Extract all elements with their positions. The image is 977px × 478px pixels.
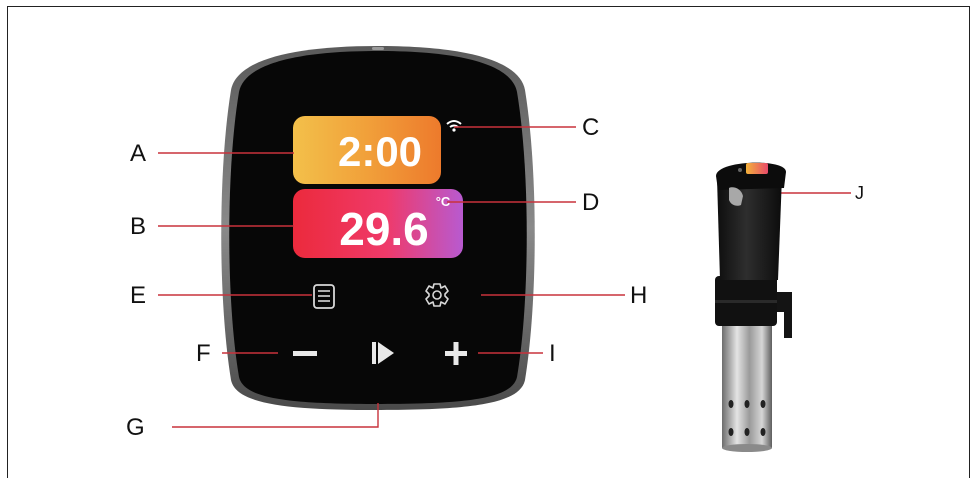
label-e: E bbox=[130, 282, 146, 309]
label-h: H bbox=[630, 282, 647, 309]
panel-indicator bbox=[372, 47, 384, 50]
label-f: F bbox=[196, 340, 211, 367]
label-b: B bbox=[130, 213, 146, 240]
label-i: I bbox=[549, 340, 556, 367]
label-a: A bbox=[130, 140, 146, 167]
label-c: C bbox=[582, 114, 599, 141]
control-panel: 2:00 29.6 °C bbox=[221, 46, 535, 410]
mini-screen bbox=[746, 163, 768, 174]
label-g: G bbox=[126, 414, 145, 441]
temperature-value: 29.6 bbox=[339, 203, 429, 255]
minus-icon[interactable] bbox=[293, 351, 317, 356]
diagram-canvas: 2:00 29.6 °C A B C D E H F I G J bbox=[126, 46, 864, 452]
label-d: D bbox=[582, 189, 599, 216]
time-value: 2:00 bbox=[338, 128, 422, 175]
label-j: J bbox=[855, 183, 864, 203]
sous-vide-device bbox=[715, 162, 792, 452]
